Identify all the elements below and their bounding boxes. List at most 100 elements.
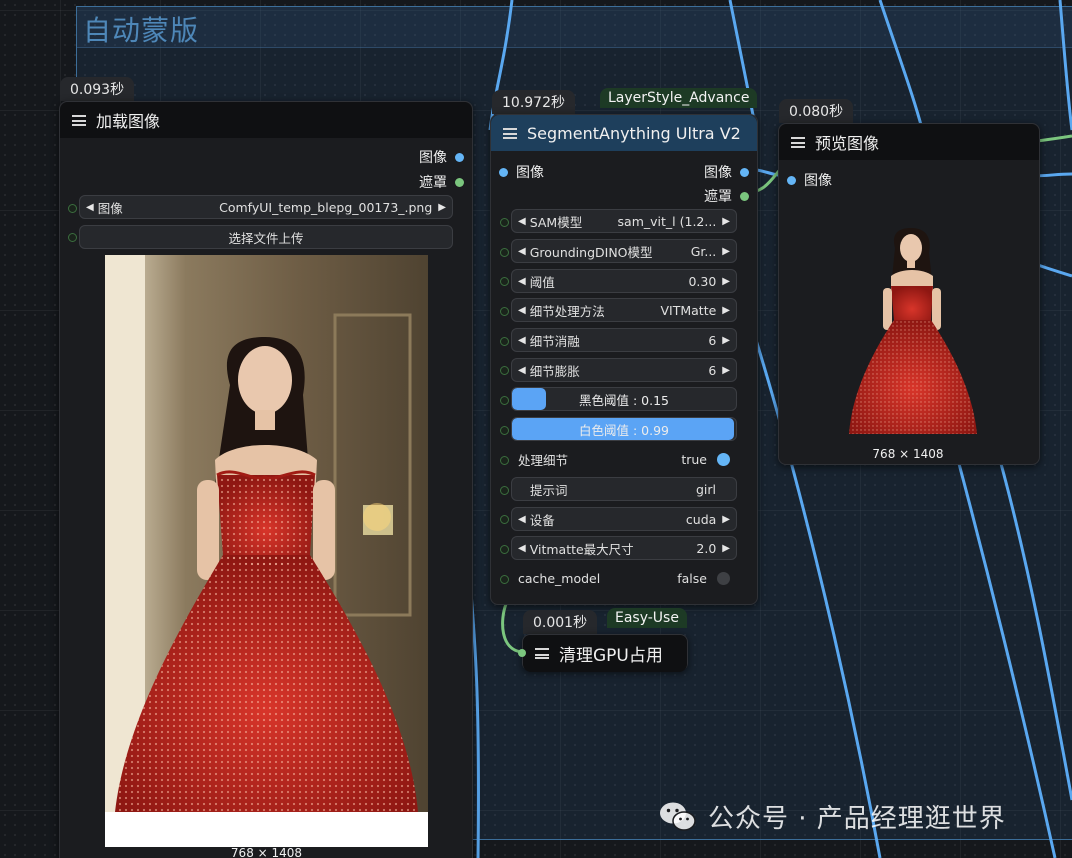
widget-value: girl — [695, 481, 716, 497]
socket-dot-icon[interactable] — [740, 167, 749, 177]
load-image-node[interactable]: 加载图像 图像 遮罩 ◀ 图像 ComfyUI_temp_blepg_00173… — [59, 101, 473, 858]
widget-value: 6 — [708, 362, 717, 378]
widget-value: false — [677, 570, 707, 586]
clear-gpu-node[interactable]: 清理GPU占用 — [518, 634, 688, 672]
socket-dot-icon[interactable] — [787, 175, 796, 185]
arrow-right-icon[interactable]: ▶ — [722, 216, 730, 227]
output-mask[interactable]: 遮罩 — [704, 186, 749, 206]
detail-method-selector[interactable]: ◀ 细节处理方法 VITMatte ▶ — [511, 298, 737, 322]
arrow-left-icon[interactable]: ◀ — [518, 543, 526, 554]
socket-dot-icon[interactable] — [740, 191, 749, 201]
widget-socket-icon[interactable] — [500, 337, 509, 346]
vitmatte-max-size-stepper[interactable]: ◀ Vitmatte最大尺寸 2.0 ▶ — [511, 536, 737, 560]
segment-anything-node[interactable]: SegmentAnything Ultra V2 图像 图像 遮罩 ◀ SAM模… — [490, 114, 758, 605]
arrow-left-icon[interactable]: ◀ — [518, 246, 526, 257]
output-image[interactable]: 图像 — [419, 147, 464, 167]
widget-socket-icon[interactable] — [500, 456, 509, 465]
arrow-left-icon[interactable]: ◀ — [518, 365, 526, 376]
widget-socket-icon[interactable] — [500, 486, 509, 495]
menu-icon[interactable] — [535, 648, 549, 659]
arrow-left-icon[interactable]: ◀ — [518, 276, 526, 287]
threshold-stepper[interactable]: ◀ 阈值 0.30 ▶ — [511, 269, 737, 293]
node-title: 加载图像 — [96, 112, 161, 131]
output-label: 遮罩 — [704, 189, 732, 205]
watermark: 公众号 · 产品经理逛世界 — [658, 798, 1006, 835]
group-title-bar[interactable] — [77, 7, 1072, 48]
input-image[interactable]: 图像 — [787, 170, 832, 190]
widget-socket-icon[interactable] — [68, 204, 77, 213]
segmented-image-preview — [847, 228, 979, 434]
widget-label: 处理细节 — [518, 452, 569, 468]
segmented-portrait — [849, 228, 977, 434]
groundingdino-selector[interactable]: ◀ GroundingDINO模型 Gr... ▶ — [511, 239, 737, 263]
widget-socket-icon[interactable] — [500, 515, 509, 524]
widget-socket-icon[interactable] — [500, 545, 509, 554]
widget-socket-icon[interactable] — [500, 426, 509, 435]
widget-value: 0.30 — [688, 273, 717, 289]
arrow-left-icon[interactable]: ◀ — [518, 514, 526, 525]
widget-socket-icon[interactable] — [500, 218, 509, 227]
arrow-right-icon[interactable]: ▶ — [722, 276, 730, 287]
input-label: 图像 — [804, 173, 832, 189]
device-selector[interactable]: ◀ 设备 cuda ▶ — [511, 507, 737, 531]
image-dimensions: 768 × 1408 — [230, 846, 303, 858]
segment-package-badge: LayerStyle_Advance — [600, 88, 758, 108]
socket-dot-icon[interactable] — [518, 649, 526, 657]
widget-socket-icon[interactable] — [68, 233, 77, 242]
prompt-field[interactable]: 提示词 girl — [511, 477, 737, 501]
widget-socket-icon[interactable] — [500, 307, 509, 316]
socket-dot-icon[interactable] — [499, 167, 508, 177]
menu-icon[interactable] — [503, 127, 517, 139]
arrow-right-icon[interactable]: ▶ — [722, 514, 730, 525]
process-detail-toggle[interactable]: 处理细节 true — [511, 447, 737, 471]
arrow-right-icon[interactable]: ▶ — [438, 202, 446, 213]
arrow-left-icon[interactable]: ◀ — [518, 216, 526, 227]
detail-erode-stepper[interactable]: ◀ 细节消融 6 ▶ — [511, 328, 737, 352]
input-image[interactable]: 图像 — [499, 162, 544, 182]
upload-label: 选择文件上传 — [228, 230, 304, 246]
widget-socket-icon[interactable] — [500, 396, 509, 405]
widget-value: Gr... — [690, 243, 717, 259]
detail-dilate-stepper[interactable]: ◀ 细节膨胀 6 ▶ — [511, 358, 737, 382]
node-title: 清理GPU占用 — [559, 646, 663, 666]
menu-icon[interactable] — [791, 136, 805, 148]
loaded-image-preview — [105, 255, 428, 847]
toggle-off-icon[interactable] — [717, 571, 730, 585]
arrow-left-icon[interactable]: ◀ — [518, 335, 526, 346]
watermark-text: 公众号 · 产品经理逛世界 — [708, 804, 1006, 834]
widget-label: GroundingDINO模型 — [529, 244, 653, 260]
node-canvas[interactable]: 自动蒙版 0.093秒 加载图像 图像 遮罩 ◀ 图像 ComfyUI_temp… — [0, 0, 1072, 858]
gpu-header[interactable]: 清理GPU占用 — [523, 635, 687, 672]
widget-socket-icon[interactable] — [500, 366, 509, 375]
widget-label: 细节消融 — [529, 333, 580, 349]
widget-value: 2.0 — [696, 540, 717, 556]
preview-header[interactable]: 预览图像 — [779, 124, 1039, 160]
white-threshold-slider[interactable]: 白色阈值 : 0.99 — [511, 417, 737, 441]
arrow-right-icon[interactable]: ▶ — [722, 246, 730, 257]
menu-icon[interactable] — [72, 114, 86, 126]
socket-dot-icon[interactable] — [455, 152, 464, 162]
load-image-header[interactable]: 加载图像 — [60, 102, 472, 138]
black-threshold-slider[interactable]: 黑色阈值 : 0.15 — [511, 387, 737, 411]
output-image[interactable]: 图像 — [704, 162, 749, 182]
arrow-left-icon[interactable]: ◀ — [518, 305, 526, 316]
segment-header[interactable]: SegmentAnything Ultra V2 — [491, 115, 757, 151]
arrow-right-icon[interactable]: ▶ — [722, 365, 730, 376]
toggle-on-icon[interactable] — [717, 452, 730, 466]
image-dimensions: 768 × 1408 — [872, 447, 944, 461]
upload-button[interactable]: 选择文件上传 — [79, 225, 453, 249]
widget-socket-icon[interactable] — [500, 277, 509, 286]
output-mask[interactable]: 遮罩 — [419, 172, 464, 192]
socket-dot-icon[interactable] — [455, 177, 464, 187]
gpu-timing: 0.001秒 — [523, 610, 598, 634]
widget-socket-icon[interactable] — [500, 248, 509, 257]
sam-model-selector[interactable]: ◀ SAM模型 sam_vit_l (1.2... ▶ — [511, 209, 737, 233]
preview-image-node[interactable]: 预览图像 图像 768 × 1408 — [778, 123, 1040, 465]
arrow-left-icon[interactable]: ◀ — [86, 202, 94, 213]
cache-model-toggle[interactable]: cache_model false — [511, 566, 737, 590]
arrow-right-icon[interactable]: ▶ — [722, 543, 730, 554]
arrow-right-icon[interactable]: ▶ — [722, 335, 730, 346]
arrow-right-icon[interactable]: ▶ — [722, 305, 730, 316]
widget-socket-icon[interactable] — [500, 575, 509, 584]
image-file-selector[interactable]: ◀ 图像 ComfyUI_temp_blepg_00173_.png ▶ — [79, 195, 453, 219]
